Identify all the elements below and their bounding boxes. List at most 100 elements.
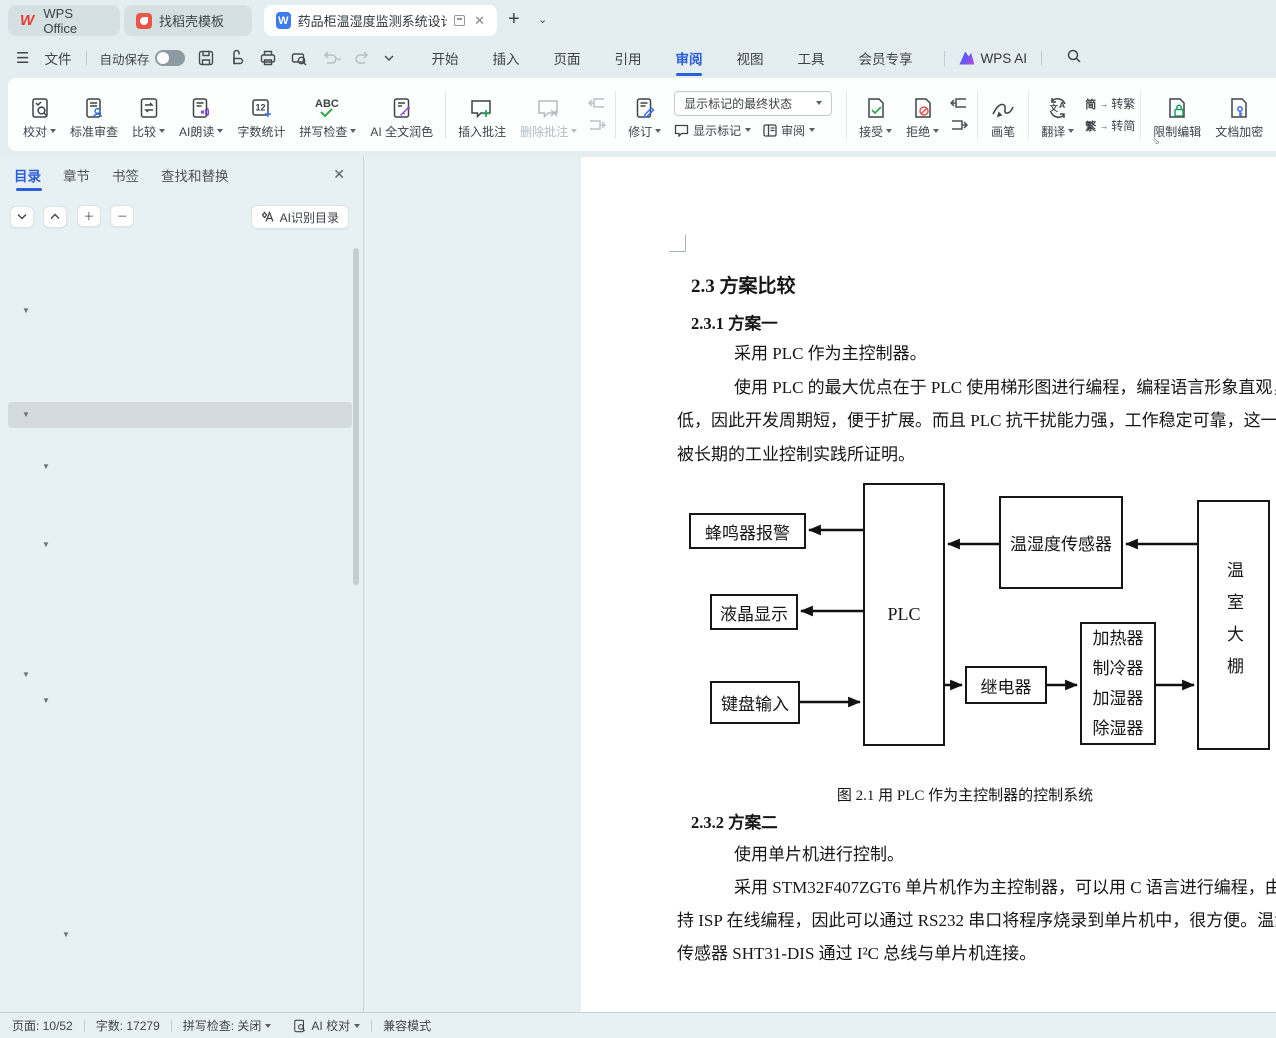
tab-wps-office[interactable]: W WPS Office	[8, 5, 120, 36]
toc-item[interactable]: ▼ 3.1.5 输出电路设计	[8, 818, 352, 844]
toc-item[interactable]: ▼ Abstract	[8, 272, 352, 298]
search-icon[interactable]	[1066, 48, 1082, 69]
new-tab-button[interactable]: +	[508, 8, 520, 31]
accept-change-button[interactable]: 接受	[852, 83, 899, 147]
toc-item[interactable]: ▼ 3.1.2 液晶显示模块	[8, 740, 352, 766]
compare-button[interactable]: 比较	[125, 83, 172, 147]
collapse-all-button[interactable]	[10, 206, 34, 228]
track-changes-button[interactable]: 修订	[621, 83, 668, 147]
translate-button[interactable]: 文A 翻译	[1034, 83, 1081, 147]
tab-docer-templates[interactable]: 找稻壳模板	[124, 5, 252, 36]
show-markup-button[interactable]: 显示标记	[674, 122, 751, 139]
next-comment-icon[interactable]	[588, 119, 606, 133]
previous-comment-icon[interactable]	[588, 97, 606, 111]
toc-item[interactable]: ▼ 3.1.9.3 WIFI 模块软件设计	[8, 1000, 352, 1012]
toc-item[interactable]: ▼ 2.2.1 可靠性	[8, 480, 352, 506]
toc-item[interactable]: ▼ 1.3 研究主要内容	[8, 376, 352, 402]
toc-item[interactable]: ▼ 3.1.8 串口通信电路	[8, 896, 352, 922]
toc-expand-arrow-icon[interactable]: ▼	[42, 454, 50, 480]
toc-expand-arrow-icon[interactable]: ▼	[62, 922, 70, 948]
word-count-indicator[interactable]: 字数: 17279	[96, 1017, 160, 1034]
markup-state-dropdown[interactable]: 显示标记的最终状态	[674, 91, 832, 116]
standard-review-button[interactable]: 标准审查	[63, 83, 125, 147]
close-tab-icon[interactable]: ✕	[472, 13, 485, 29]
toc-expand-arrow-icon[interactable]: ▼	[42, 688, 50, 714]
ai-polish-button[interactable]: AI 全文润色	[363, 83, 440, 147]
toc-item[interactable]: ▼ 2.3.2 方案二	[8, 584, 352, 610]
menu-item[interactable]: 页面	[551, 44, 582, 72]
wps-ai-button[interactable]: WPS AI	[980, 51, 1027, 66]
toc-item[interactable]: ▼ 3.1.9.2 WIFI 模块电路设计	[8, 974, 352, 1000]
undo-icon[interactable]	[321, 50, 341, 66]
toc-expand-arrow-icon[interactable]: ▼	[22, 402, 30, 428]
toc-item[interactable]: ▼ 3.1.3 温湿度传感器模块	[8, 766, 352, 792]
toc-item[interactable]: ▼ 2.5 方案选择	[8, 636, 352, 662]
autosave-toggle[interactable]	[155, 50, 185, 66]
zoom-in-toc-button[interactable]: ＋	[77, 205, 101, 227]
sidebar-scrollbar[interactable]	[353, 248, 359, 585]
toc-item[interactable]: ▼ 3.1.6 电源的设计	[8, 844, 352, 870]
menu-item[interactable]: 审阅	[673, 44, 704, 72]
toc-item[interactable]: ▼ 2.2.2 性价比	[8, 506, 352, 532]
toc-item[interactable]: ▼ 2.3.1 方案一	[8, 558, 352, 584]
toc-item[interactable]: ▼ 1.1 选题背景及意义	[8, 324, 352, 350]
toc-item[interactable]: ▼ 1 绪论	[8, 298, 352, 324]
toc-item[interactable]: ▼ 1.2 国内外研究现状及发展趋势	[8, 350, 352, 376]
tab-list-chevron-icon[interactable]: ⌄	[538, 13, 547, 26]
toc-item[interactable]: ▼ 2.2 系统设计的原则	[8, 454, 352, 480]
toc-item[interactable]: ▼ 2.3 方案比较	[8, 532, 352, 558]
hamburger-menu-icon[interactable]: ☰	[16, 49, 29, 67]
quickbar-chevron-icon[interactable]	[383, 54, 395, 62]
ai-recognize-toc-button[interactable]: AI识别目录	[251, 205, 349, 229]
pen-button[interactable]: 画笔	[983, 83, 1023, 147]
file-menu-button[interactable]: 文件	[37, 45, 78, 71]
menu-item[interactable]: 会员专享	[856, 44, 914, 72]
toc-item[interactable]: ▼ 3 单元模块设计	[8, 662, 352, 688]
page-indicator[interactable]: 页面: 10/52	[12, 1017, 73, 1034]
expand-all-button[interactable]	[43, 206, 67, 228]
toc-item[interactable]: ▼ 2.4 方案论证	[8, 610, 352, 636]
toc-item[interactable]: ▼ 2 总体方案设计	[8, 402, 352, 428]
insert-comment-button[interactable]: 插入批注	[451, 83, 513, 147]
sidebar-tab[interactable]: 目录	[14, 165, 41, 191]
spell-check-button[interactable]: ABC 拼写检查	[292, 83, 363, 147]
save-icon[interactable]	[197, 49, 215, 67]
sidebar-close-icon[interactable]: ✕	[333, 166, 345, 183]
ai-proof-status[interactable]: AI 校对	[293, 1017, 360, 1034]
toc-expand-arrow-icon[interactable]: ▼	[22, 298, 30, 324]
previous-change-icon[interactable]	[950, 97, 968, 111]
toc-item[interactable]: ▼ 3.1.9 WIFI 模块的设计与实现	[8, 922, 352, 948]
toc-expand-arrow-icon[interactable]: ▼	[42, 532, 50, 558]
group-expand-icon[interactable]: ⇘	[1152, 136, 1160, 147]
toc-item[interactable]: ▼ 3.1.4 报警电路的设计	[8, 792, 352, 818]
sidebar-tab[interactable]: 书签	[112, 165, 139, 191]
print-preview-icon[interactable]	[290, 49, 308, 67]
simplified-to-traditional-button[interactable]: 简→ 转繁	[1085, 95, 1135, 112]
zoom-out-toc-button[interactable]: －	[110, 205, 134, 227]
menu-item[interactable]: 开始	[429, 44, 460, 72]
menu-item[interactable]: 插入	[490, 44, 521, 72]
window-mode-icon[interactable]	[454, 15, 465, 26]
toc-expand-arrow-icon[interactable]: ▼	[22, 662, 30, 688]
reject-change-button[interactable]: 拒绝	[899, 83, 946, 147]
next-change-icon[interactable]	[950, 119, 968, 133]
compatibility-mode-label[interactable]: 兼容模式	[383, 1017, 431, 1034]
review-pane-button[interactable]: 审阅	[763, 122, 815, 139]
toc-item[interactable]: ▼ 2.1 温湿度控制系统的设计指标要求	[8, 428, 352, 454]
proof-button[interactable]: 校对	[16, 83, 63, 147]
sidebar-tab[interactable]: 查找和替换	[161, 165, 229, 191]
toc-item[interactable]: ▼ 3.1.1 单片机最小系统	[8, 714, 352, 740]
encrypt-document-button[interactable]: 文档加密	[1208, 83, 1270, 147]
delete-comment-button[interactable]: 删除批注	[513, 83, 584, 147]
toc-item[interactable]: ▼ 摘 要	[8, 246, 352, 272]
toc-item[interactable]: ▼ 3.1 各单元模块功能介绍及电路设计	[8, 688, 352, 714]
menu-item[interactable]: 工具	[795, 44, 826, 72]
export-pdf-icon[interactable]	[228, 49, 246, 67]
menu-item[interactable]: 视图	[734, 44, 765, 72]
menu-item[interactable]: 引用	[612, 44, 643, 72]
spellcheck-status[interactable]: 拼写检查: 关闭	[183, 1017, 272, 1034]
sidebar-tab[interactable]: 章节	[63, 165, 90, 191]
ai-read-button[interactable]: AI朗读	[172, 83, 230, 147]
tab-document[interactable]: W 药品柜温湿度监测系统设计 毕 ✕	[264, 5, 497, 36]
redo-icon[interactable]	[354, 50, 370, 66]
